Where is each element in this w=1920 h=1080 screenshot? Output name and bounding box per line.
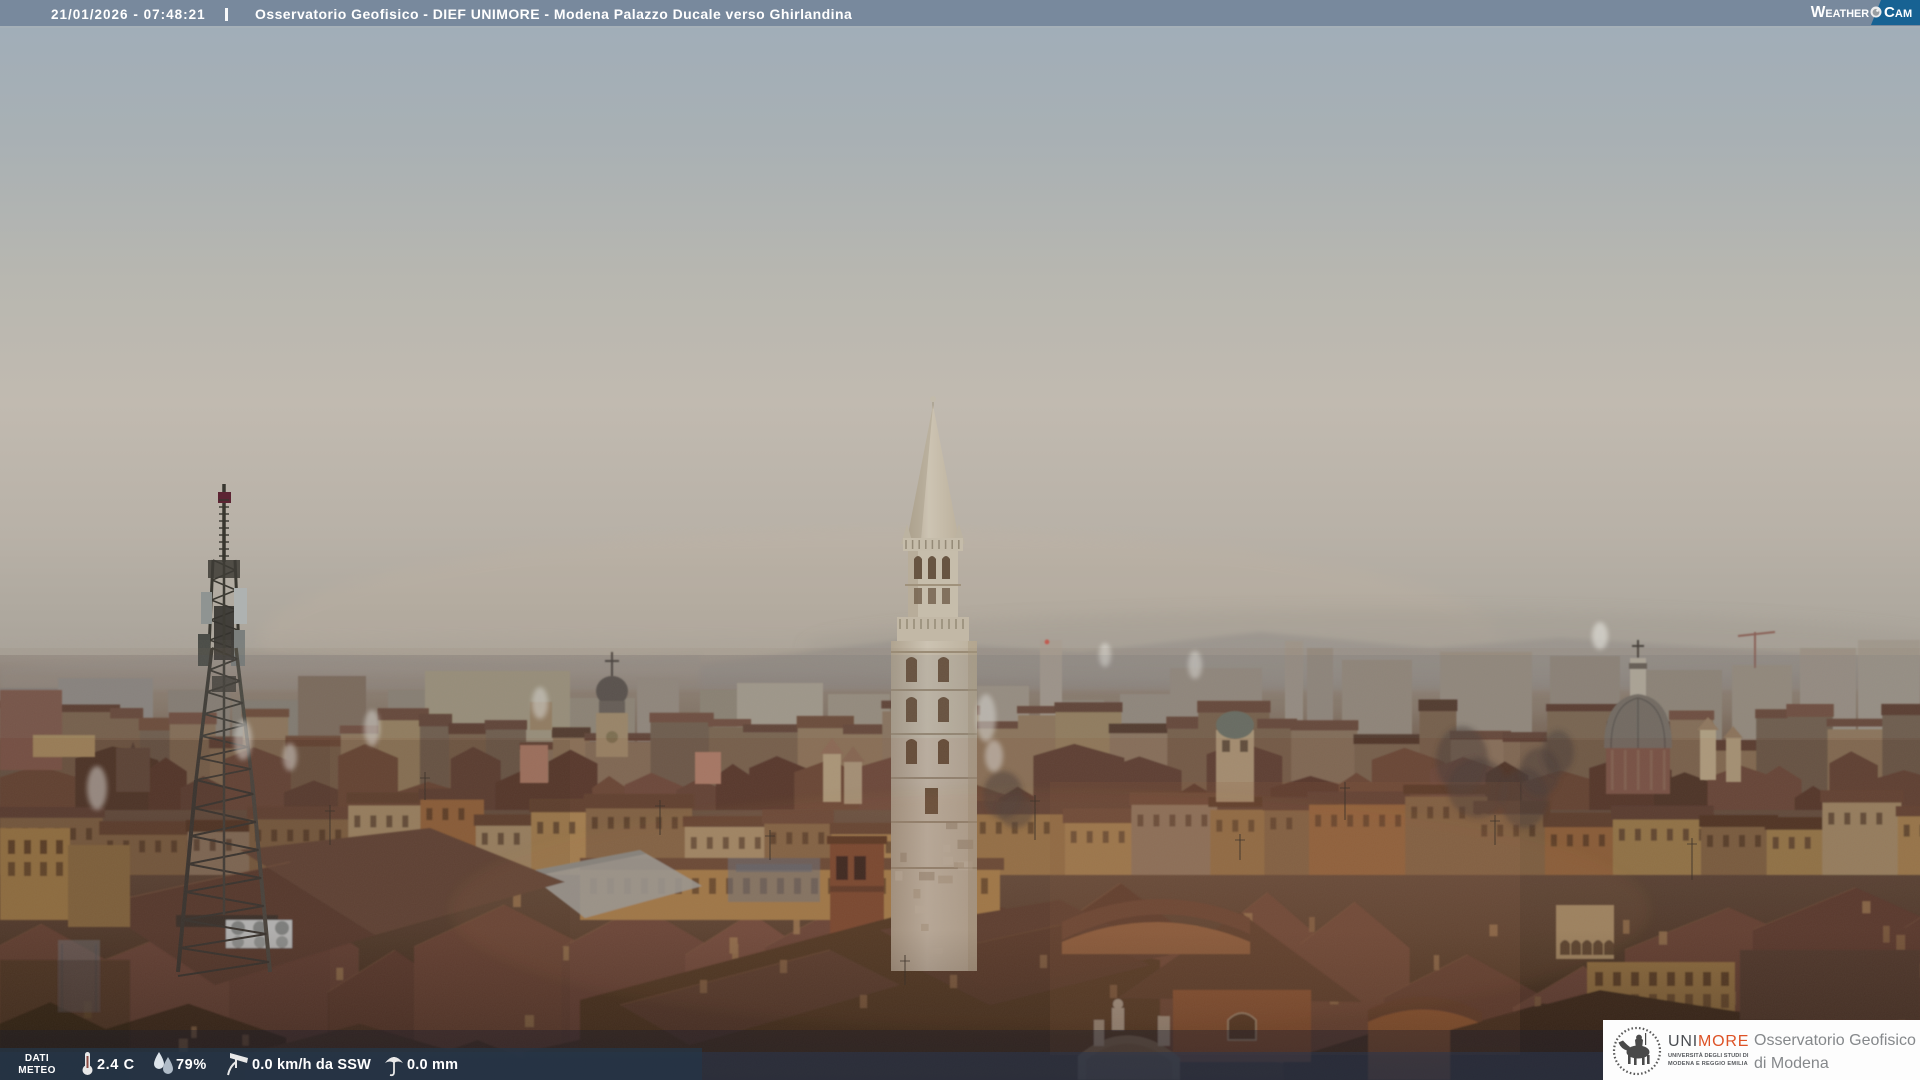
svg-text:di Modena: di Modena xyxy=(1754,1055,1829,1072)
svg-text:21/01/2026 - 07:48:21: 21/01/2026 - 07:48:21 xyxy=(51,7,206,22)
svg-text:DATI: DATI xyxy=(25,1053,49,1064)
svg-text:UNIVERSITÀ DEGLI STUDI DI: UNIVERSITÀ DEGLI STUDI DI xyxy=(1668,1052,1749,1059)
svg-text:MODENA E REGGIO EMILIA: MODENA E REGGIO EMILIA xyxy=(1668,1061,1748,1067)
svg-text:Osservatorio Geofisico - DIEF: Osservatorio Geofisico - DIEF UNIMORE - … xyxy=(255,6,852,22)
svg-text:0.0 km/h da SSW: 0.0 km/h da SSW xyxy=(252,1057,371,1073)
svg-text:UNIMORE: UNIMORE xyxy=(1668,1033,1749,1050)
svg-text:METEO: METEO xyxy=(18,1065,56,1076)
svg-text:79%: 79% xyxy=(176,1057,207,1073)
svg-text:0.0 mm: 0.0 mm xyxy=(407,1057,458,1073)
svg-text:Osservatorio Geofisico: Osservatorio Geofisico xyxy=(1754,1032,1916,1049)
svg-text:2.4 C: 2.4 C xyxy=(97,1057,135,1073)
